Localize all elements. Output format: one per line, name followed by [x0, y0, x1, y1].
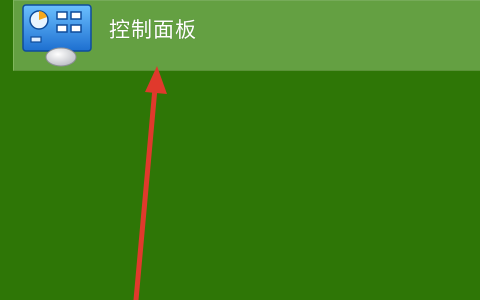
- control-panel-label: 控制面板: [109, 18, 197, 42]
- control-panel-icon: [21, 3, 101, 67]
- control-panel-menu-item[interactable]: 控制面板: [13, 0, 480, 71]
